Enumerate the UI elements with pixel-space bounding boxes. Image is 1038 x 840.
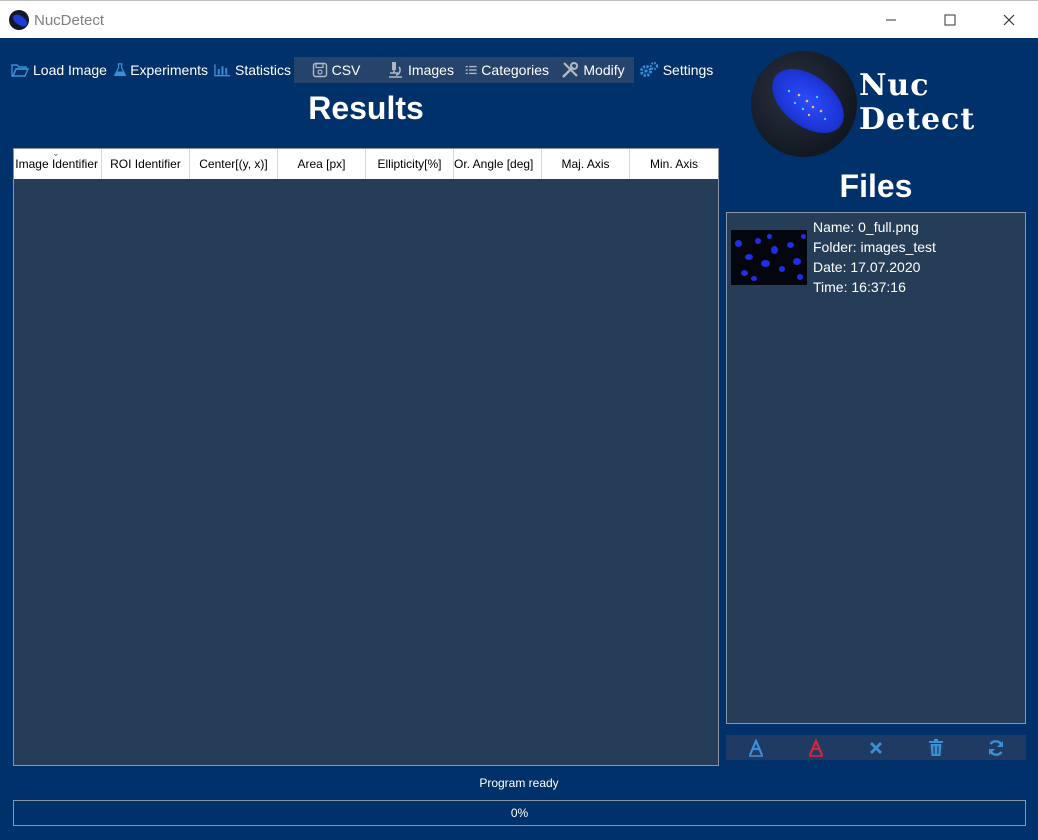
title-bar: NucDetect: [0, 0, 1038, 38]
remove-button[interactable]: [846, 735, 906, 760]
experiments-button[interactable]: Experiments: [111, 57, 211, 83]
column-header[interactable]: Maj. Axis: [542, 149, 630, 179]
bar-chart-icon: [214, 64, 231, 77]
minimize-button[interactable]: [868, 1, 914, 39]
file-date: Date: 17.07.2020: [813, 259, 921, 275]
minimize-icon: [886, 19, 896, 21]
analyze-all-button[interactable]: [786, 735, 846, 760]
column-header[interactable]: Area [px]: [278, 149, 366, 179]
file-time: Time: 16:37:16: [813, 279, 906, 295]
toolbar: Load Image Experiments Statistics CSV Im…: [8, 57, 718, 83]
list-icon: [465, 65, 477, 75]
maximize-icon: [944, 14, 956, 26]
results-table[interactable]: ⌄ Image Identifier ROI Identifier Center…: [13, 148, 719, 766]
microscope-icon: [389, 62, 403, 78]
settings-label: Settings: [662, 62, 714, 78]
files-list[interactable]: Name: 0_full.png Folder: images_test Dat…: [726, 212, 1026, 724]
categories-label: Categories: [481, 62, 549, 78]
analyze-all-icon: [808, 738, 824, 757]
images-label: Images: [408, 62, 454, 78]
refresh-button[interactable]: [966, 735, 1026, 760]
file-thumbnail: [731, 230, 807, 285]
column-header[interactable]: ROI Identifier: [102, 149, 190, 179]
flask-icon: [114, 63, 127, 76]
analyze-button[interactable]: [726, 735, 786, 760]
load-image-button[interactable]: Load Image: [8, 57, 111, 83]
results-title: Results: [308, 90, 424, 126]
csv-label: CSV: [331, 62, 361, 78]
settings-button[interactable]: Settings: [634, 57, 718, 83]
delete-button[interactable]: [906, 735, 966, 760]
categories-button[interactable]: Categories: [462, 57, 552, 83]
modify-label: Modify: [583, 62, 625, 78]
tools-icon: [562, 62, 579, 78]
maximize-button[interactable]: [927, 1, 973, 39]
nucdetect-logo: Nuc Detect: [751, 51, 1007, 159]
main-window: Load Image Experiments Statistics CSV Im…: [0, 38, 1038, 840]
statistics-label: Statistics: [234, 62, 291, 78]
trash-icon: [929, 738, 943, 756]
logo-text-nuc: Nuc: [859, 68, 930, 103]
analyze-icon: [748, 738, 764, 757]
files-title: Files: [839, 168, 913, 204]
remove-icon: [870, 741, 882, 754]
app-icon: [9, 10, 29, 30]
gears-icon: [639, 61, 658, 77]
sort-indicator-icon: ⌄: [52, 148, 60, 158]
status-message: Program ready: [479, 776, 559, 790]
column-header[interactable]: Ellipticity[%]: [366, 149, 454, 179]
close-icon: [1003, 14, 1015, 26]
file-actions-bar: [726, 735, 1026, 760]
window-title: NucDetect: [34, 12, 105, 29]
statistics-button[interactable]: Statistics: [211, 57, 294, 83]
table-header: ⌄ Image Identifier ROI Identifier Center…: [14, 148, 718, 179]
close-button[interactable]: [986, 1, 1032, 39]
refresh-icon: [988, 739, 1004, 756]
logo-nucleus-image: [751, 51, 857, 157]
list-item[interactable]: Name: 0_full.png Folder: images_test Dat…: [731, 217, 1021, 301]
file-folder: Folder: images_test: [813, 239, 936, 255]
folder-open-icon: [11, 64, 29, 77]
file-name: Name: 0_full.png: [813, 219, 919, 235]
save-icon: [312, 62, 327, 78]
file-info: Name: 0_full.png Folder: images_test Dat…: [813, 217, 936, 297]
experiments-label: Experiments: [130, 62, 208, 78]
logo-text-detect: Detect: [859, 102, 976, 137]
modify-button[interactable]: Modify: [552, 57, 634, 83]
column-header[interactable]: Center[(y, x)]: [190, 149, 278, 179]
column-header[interactable]: Min. Axis: [630, 149, 718, 179]
csv-button[interactable]: CSV: [294, 57, 378, 83]
load-image-label: Load Image: [33, 62, 107, 78]
images-button[interactable]: Images: [378, 57, 462, 83]
column-header[interactable]: Or. Angle [deg]: [454, 149, 542, 179]
progress-text: 0%: [510, 806, 529, 820]
progress-bar: 0%: [13, 800, 1026, 826]
